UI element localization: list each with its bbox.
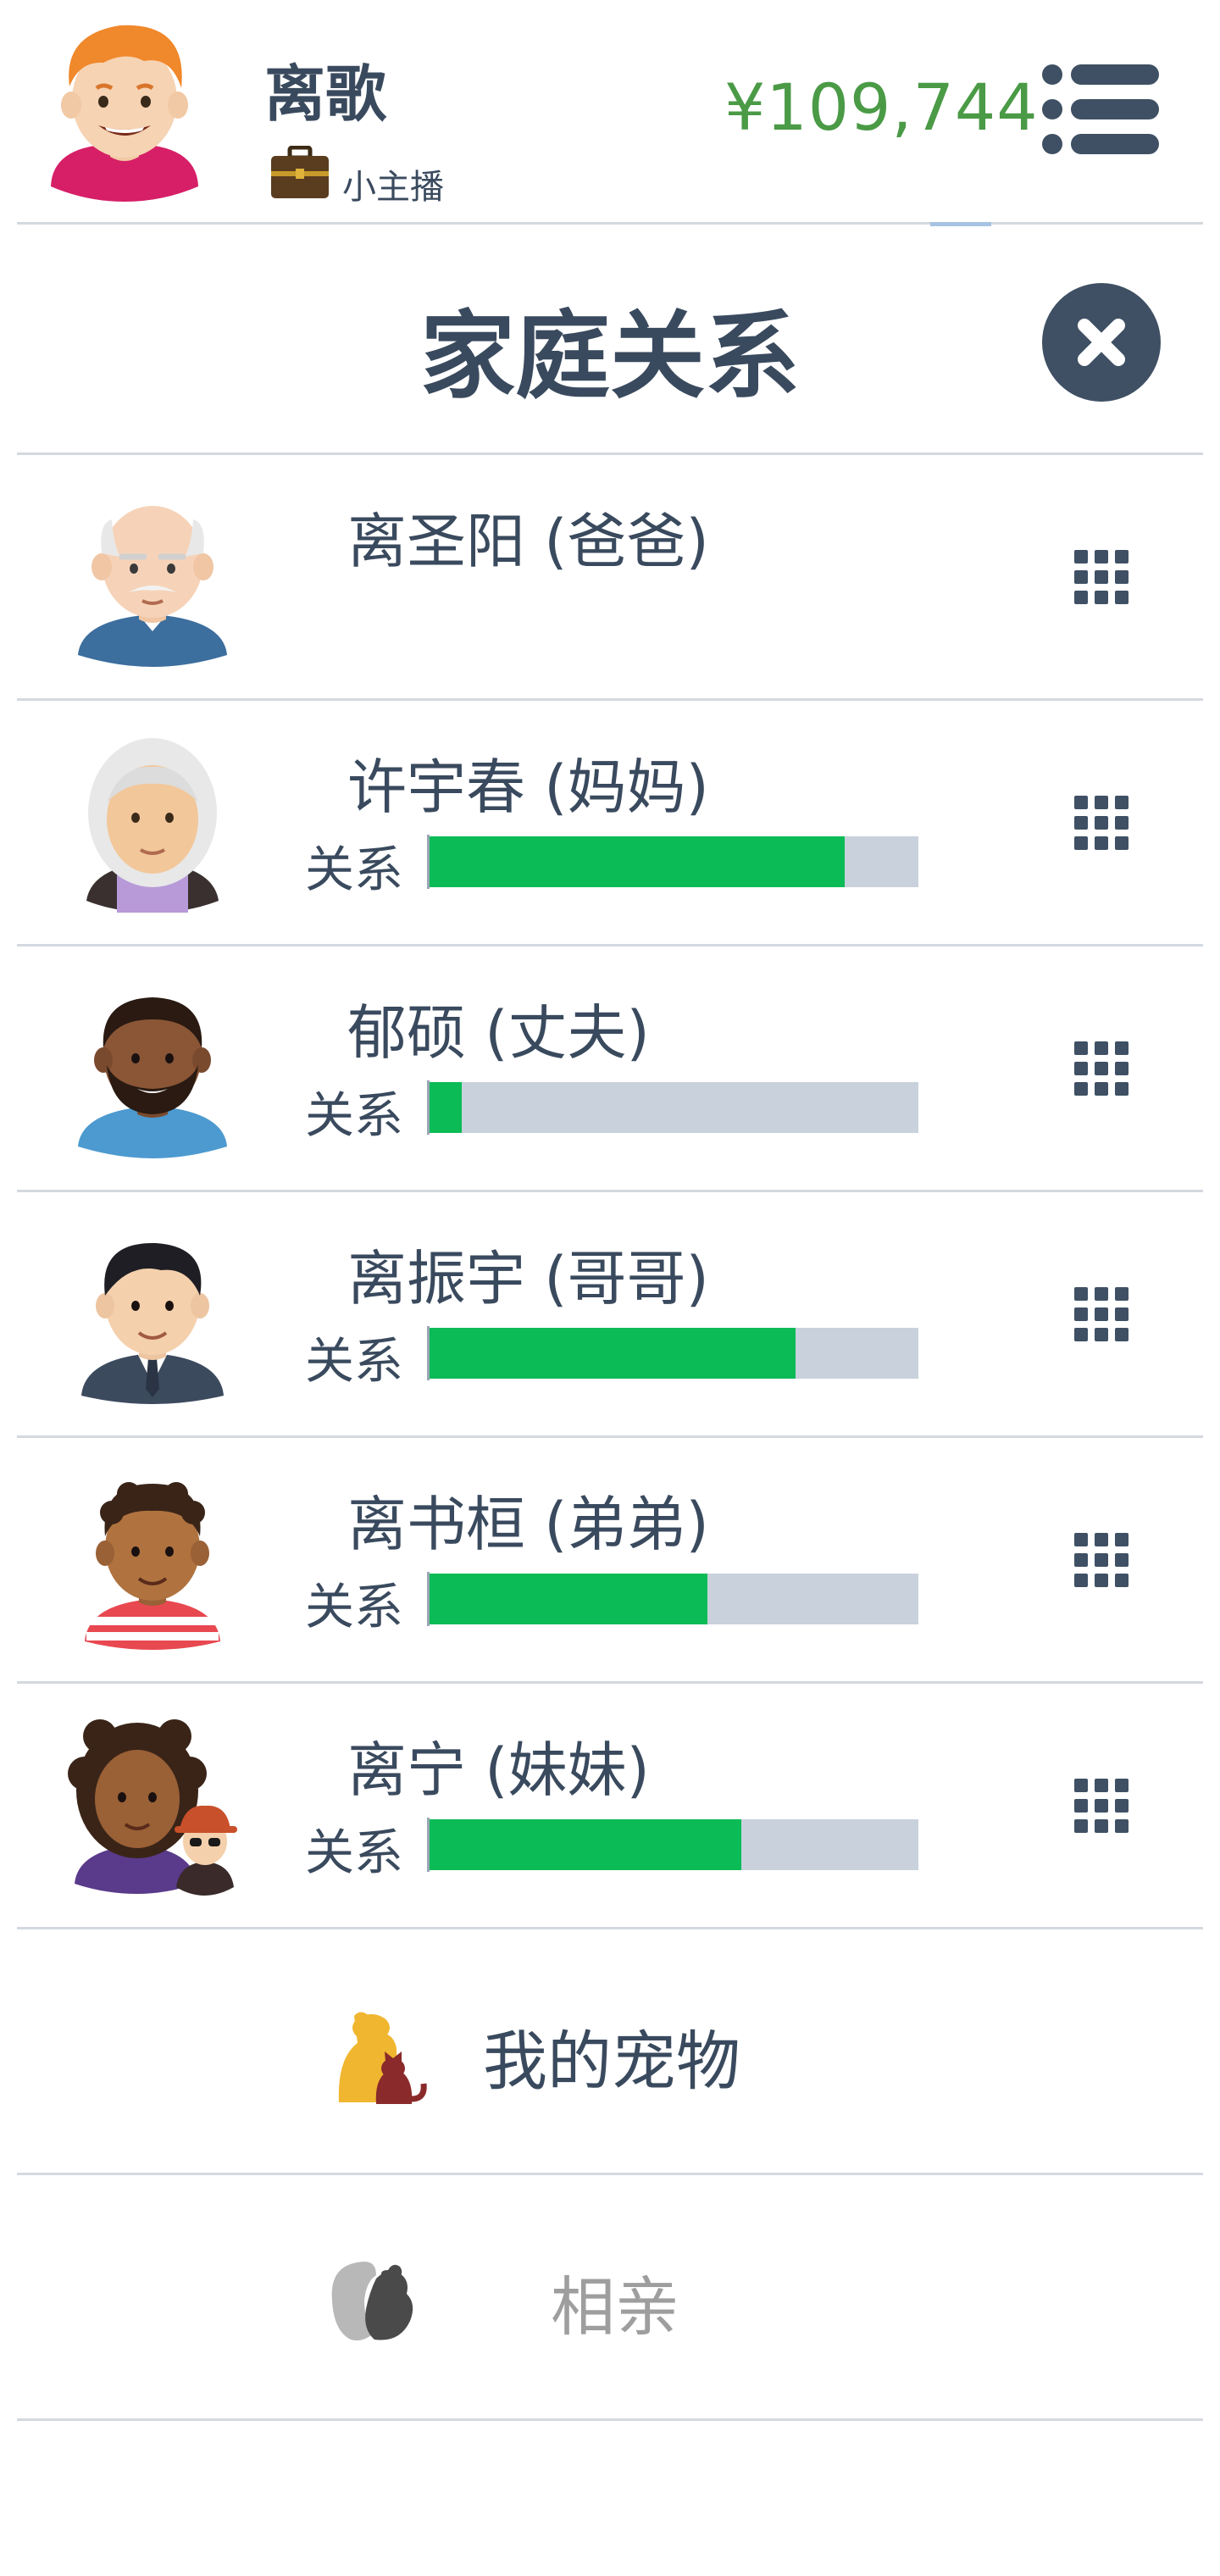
relationship-fill (427, 836, 845, 887)
old-man-avatar (61, 486, 244, 669)
bearded-man-avatar (61, 977, 244, 1160)
relationship-label: 关系 (305, 841, 404, 898)
member-name: 离圣阳 (爸爸) (347, 507, 709, 576)
member-name: 离振宇 (哥哥) (347, 1244, 709, 1313)
dating-button[interactable]: 相亲 (17, 2175, 1203, 2421)
couple-heart-icon (315, 2245, 425, 2355)
member-name: 许宇春 (妈妈) (347, 752, 709, 822)
relationship-fill (427, 1328, 796, 1379)
pets-button[interactable]: 我的宠物 (17, 1929, 1203, 2175)
relationship-bar (427, 836, 918, 887)
header-divider (17, 222, 1203, 225)
grid-icon[interactable] (1073, 1285, 1130, 1343)
family-member-row[interactable]: 郁硕 (丈夫) 关系 (17, 947, 1203, 1192)
old-woman-avatar (61, 731, 244, 914)
girl-and-child-avatar (66, 1714, 249, 1897)
row-divider (17, 2418, 1203, 2421)
relationship-fill (427, 1574, 707, 1624)
relationship-bar-start (427, 835, 430, 889)
relationship-fill (427, 1819, 742, 1870)
relationship-bar (427, 1082, 918, 1133)
family-member-row[interactable]: 离宁 (妹妹) 关系 (17, 1684, 1203, 1929)
relationship-bar (427, 1819, 918, 1870)
briefcase-icon (269, 145, 330, 200)
grid-icon[interactable] (1073, 548, 1130, 606)
job-title: 小主播 (342, 168, 444, 207)
relationship-fill (427, 1082, 462, 1133)
grid-icon[interactable] (1073, 1777, 1130, 1835)
family-member-row[interactable]: 离书桓 (弟弟) 关系 (17, 1438, 1203, 1684)
relationship-label: 关系 (305, 1824, 404, 1881)
curly-hair-boy-avatar (61, 1468, 244, 1652)
member-name: 离宁 (妹妹) (347, 1735, 650, 1805)
man-in-suit-avatar (61, 1223, 244, 1406)
page-title: 家庭关系 (420, 302, 800, 412)
player-name: 离歌 (264, 58, 387, 130)
money-balance: ¥109,744 (724, 69, 1039, 145)
dog-cat-icon (324, 1999, 434, 2109)
dating-label: 相亲 (551, 2269, 679, 2345)
header: 离歌 小主播 ¥109,744 (0, 0, 1220, 226)
relationship-label: 关系 (305, 1332, 404, 1390)
player-avatar[interactable] (44, 17, 205, 202)
family-member-row[interactable]: 离振宇 (哥哥) 关系 (17, 1192, 1203, 1438)
grid-icon[interactable] (1073, 1531, 1130, 1589)
relationship-bar (427, 1574, 918, 1624)
relationship-bar-start (427, 1572, 430, 1626)
member-name: 郁硕 (丈夫) (347, 998, 650, 1068)
grid-icon[interactable] (1073, 1040, 1130, 1097)
relationship-bar (427, 1328, 918, 1379)
relationship-bar-start (427, 1818, 430, 1872)
family-member-row[interactable]: 离圣阳 (爸爸) (17, 455, 1203, 701)
relationship-label: 关系 (305, 1578, 404, 1635)
family-member-row[interactable]: 许宇春 (妈妈) 关系 (17, 701, 1203, 947)
member-name: 离书桓 (弟弟) (347, 1490, 709, 1559)
relationship-bar-start (427, 1326, 430, 1380)
menu-icon[interactable] (1040, 63, 1161, 156)
tab-indicator (930, 222, 991, 226)
grid-icon[interactable] (1073, 794, 1130, 852)
close-icon[interactable] (1042, 283, 1161, 402)
pets-label: 我的宠物 (483, 2024, 740, 2099)
relationship-bar-start (427, 1080, 430, 1135)
relationship-label: 关系 (305, 1086, 404, 1144)
